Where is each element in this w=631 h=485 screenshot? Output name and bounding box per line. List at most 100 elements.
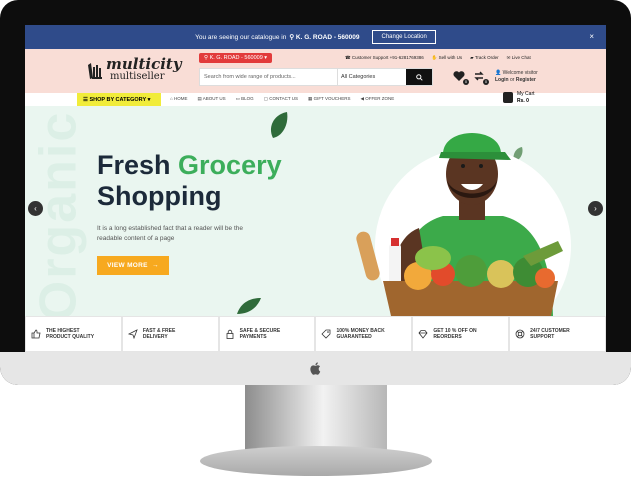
leaf-decoration-icon [237, 298, 261, 314]
hero-banner: Organic Fresh Grocery Shopping It is a l… [25, 106, 606, 316]
nav-item-offer-zone[interactable]: ◀ OFFER ZONE [360, 96, 394, 102]
feature-money-back: 100% MONEY BACK GUARANTEED [315, 316, 413, 352]
search-icon [415, 73, 423, 81]
logo-title: multicity [106, 55, 182, 73]
slider-prev-button[interactable]: ‹ [28, 201, 43, 216]
view-more-button[interactable]: VIEW MORE → [97, 256, 169, 275]
feature-payments: SAFE & SECURE PAYMENTS [218, 316, 316, 352]
account-area: 👤 Welcome visitor Login or Register [495, 70, 538, 84]
wishlist-count: 0 [463, 79, 469, 85]
notice-text: You are seeing our catalogue in [195, 33, 287, 41]
category-select-value: All Categories [341, 74, 376, 80]
header-links: ☎ Customer Support +91-6281769386 ✋ Sell… [345, 55, 531, 61]
hero-title-line2: Shopping [97, 181, 222, 212]
live-chat-link[interactable]: ✉ Live Chat [507, 55, 531, 61]
cart-logo-icon [88, 62, 102, 79]
nav-item-gift-vouchers-label: GIFT VOUCHERS [313, 96, 351, 101]
or-text: or [510, 77, 515, 83]
user-icon: 👤 [495, 70, 503, 76]
chevron-down-icon: ▾ [264, 55, 268, 61]
chevron-left-icon: ‹ [34, 204, 37, 213]
monitor-stand-foot [200, 446, 432, 476]
nav-item-blog-label: BLOG [241, 96, 254, 101]
leaf-decoration-icon [270, 112, 288, 138]
sell-with-us-text: Sell with Us [438, 55, 463, 60]
chevron-right-icon: › [594, 204, 597, 213]
customer-support-link[interactable]: ☎ Customer Support +91-6281769386 [345, 55, 424, 61]
nav-item-blog[interactable]: ▭ BLOG [236, 96, 254, 102]
nav-item-offer-zone-label: OFFER ZONE [365, 96, 395, 101]
site-header: multicity multiseller ⚲ K. G. ROAD - 560… [25, 49, 606, 93]
lock-icon [226, 329, 234, 339]
site-logo[interactable]: multicity multiseller [87, 57, 182, 82]
customer-support-text: Customer Support +91-6281769386 [351, 55, 424, 60]
hero-title-part2: Grocery [178, 150, 282, 180]
money-tag-icon [321, 329, 331, 339]
close-icon[interactable]: × [589, 32, 594, 41]
feature-support: 24/7 CUSTOMER SUPPORT [509, 316, 606, 352]
nav-item-contact[interactable]: ▢ CONTACT US [264, 96, 298, 102]
register-link[interactable]: Register [516, 77, 536, 83]
search-input[interactable]: Search from wide range of products... [200, 69, 337, 85]
notice-location: K. G. ROAD - 560009 [295, 34, 360, 41]
shop-by-category-label: SHOP BY CATEGORY [89, 96, 147, 103]
hero-description: It is a long established fact that a rea… [97, 225, 243, 242]
feature-line2: PAYMENTS [239, 334, 267, 340]
location-selector[interactable]: ⚲ K. G. ROAD - 560009 ▾ [199, 53, 273, 63]
monitor-stand-neck [245, 385, 387, 455]
nav-item-home-label: HOME [173, 96, 188, 101]
location-pill-text: K. G. ROAD - 560009 [209, 55, 263, 61]
handshake-icon: ✋ [431, 55, 439, 60]
location-pin-icon: ⚲ [289, 34, 296, 41]
feature-line2: GUARANTEED [336, 334, 372, 340]
shop-by-category-button[interactable]: ☰ SHOP BY CATEGORY ▾ [77, 93, 161, 106]
feature-line2: REORDERS [433, 334, 462, 340]
feature-product-quality: THE HIGHEST PRODUCT QUALITY [25, 316, 122, 352]
login-link[interactable]: Login [495, 77, 509, 83]
paper-plane-icon [127, 329, 138, 339]
website-screen: You are seeing our catalogue in ⚲ K. G. … [25, 25, 606, 352]
search-bar: Search from wide range of products... Al… [199, 68, 433, 86]
search-button[interactable] [406, 69, 432, 85]
header-icons: 0 0 [453, 69, 489, 85]
thumbs-up-icon [31, 329, 41, 339]
hero-title: Fresh Grocery Shopping [97, 150, 282, 212]
compare-count: 0 [483, 79, 489, 85]
features-strip: THE HIGHEST PRODUCT QUALITY FAST & FREE DE… [25, 316, 606, 352]
welcome-text: Welcome visitor [502, 70, 538, 76]
support-icon [515, 329, 525, 339]
nav-item-about-label: ABOUT US [202, 96, 226, 101]
apple-logo-icon [310, 362, 321, 375]
cart-button[interactable]: My Cart Rs. 0 [503, 91, 535, 104]
nav-item-about[interactable]: ▤ ABOUT US [197, 96, 225, 102]
category-select[interactable]: All Categories [337, 69, 406, 85]
delivery-man-image [356, 133, 571, 316]
track-order-link[interactable]: ▰ Track Order [470, 55, 498, 61]
main-nav: ☰ SHOP BY CATEGORY ▾ ⌂ HOME ▤ ABOUT US ▭… [25, 91, 606, 107]
diamond-icon [418, 330, 428, 339]
live-chat-text: Live Chat [511, 55, 531, 60]
feature-reorder-discount: GET 10 % OFF ON REORDERS [412, 316, 510, 352]
nav-item-gift-vouchers[interactable]: ▦ GIFT VOUCHERS [308, 96, 350, 102]
chevron-down-icon: ▾ [147, 96, 151, 103]
feature-line2: SUPPORT [530, 334, 555, 340]
nav-item-home[interactable]: ⌂ HOME [170, 96, 187, 102]
hero-title-part1: Fresh [97, 150, 171, 180]
cart-label: My Cart [517, 91, 535, 97]
view-more-label: VIEW MORE [107, 262, 148, 269]
nav-links: ⌂ HOME ▤ ABOUT US ▭ BLOG ▢ CONTACT US ▦ … [170, 96, 394, 102]
cart-amount: Rs. 0 [517, 97, 529, 104]
sell-with-us-link[interactable]: ✋ Sell with Us [432, 55, 462, 61]
nav-item-contact-label: CONTACT US [269, 96, 299, 101]
wishlist-button[interactable]: 0 [453, 69, 469, 85]
shopping-bag-icon [503, 92, 513, 103]
phone-icon: ☎ [345, 55, 352, 60]
feature-line2: DELIVERY [142, 334, 168, 340]
change-location-button[interactable]: Change Location [372, 30, 436, 44]
logo-subtitle: multiseller [110, 71, 165, 82]
feature-delivery: FAST & FREE DELIVERY [121, 316, 219, 352]
arrow-right-icon: → [152, 262, 159, 269]
track-order-text: Track Order [474, 55, 499, 60]
compare-button[interactable]: 0 [473, 69, 489, 85]
location-notice-bar: You are seeing our catalogue in ⚲ K. G. … [25, 25, 606, 49]
